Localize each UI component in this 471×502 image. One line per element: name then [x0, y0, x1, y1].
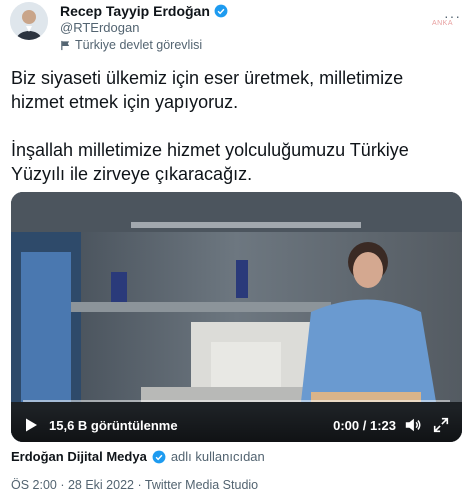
- view-count: 15,6 B görüntülenme: [49, 418, 178, 433]
- progress-bar[interactable]: [23, 400, 450, 402]
- fullscreen-icon[interactable]: [432, 416, 450, 434]
- verified-icon: [152, 450, 166, 463]
- video-controls: 15,6 B görüntülenme 0:00 / 1:23: [11, 408, 462, 442]
- author-name[interactable]: Recep Tayyip Erdoğan: [60, 3, 210, 19]
- video-frame: [11, 192, 462, 442]
- government-label: Türkiye devlet görevlisi: [60, 38, 202, 52]
- play-icon[interactable]: [23, 417, 39, 433]
- avatar[interactable]: [10, 2, 48, 40]
- tweet-text: Biz siyaseti ülkemiz için eser üretmek, …: [11, 68, 409, 184]
- author-handle[interactable]: @RTErdogan: [60, 20, 139, 35]
- label-text: Türkiye devlet görevlisi: [75, 38, 203, 52]
- attribution-suffix: adlı kullanıcıdan: [170, 449, 265, 464]
- video-attribution: Erdoğan Dijital Medya adlı kullanıcıdan: [11, 449, 265, 464]
- time-display: 0:00 / 1:23: [333, 418, 396, 433]
- video-player[interactable]: 15,6 B görüntülenme 0:00 / 1:23: [11, 192, 462, 442]
- tweet-meta: ÖS 2:00 · 28 Eki 2022 · Twitter Media St…: [11, 478, 259, 492]
- verified-icon: [214, 4, 228, 18]
- flag-icon: [61, 40, 70, 50]
- author-row[interactable]: Recep Tayyip Erdoğan: [60, 3, 228, 19]
- volume-icon[interactable]: [404, 416, 422, 434]
- watermark-badge: ANKA: [431, 20, 453, 27]
- attribution-channel[interactable]: Erdoğan Dijital Medya: [11, 449, 147, 464]
